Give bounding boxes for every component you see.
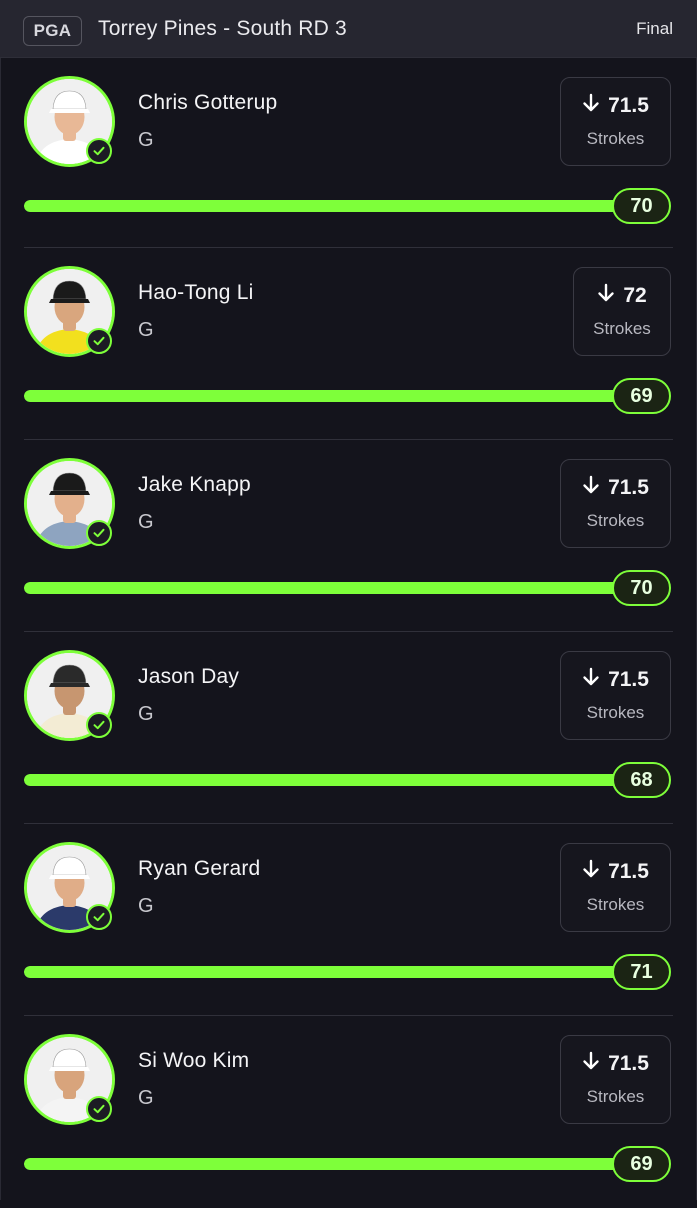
check-icon — [86, 904, 112, 930]
progress-fill — [24, 1158, 624, 1170]
progress-bar — [24, 390, 624, 402]
player-row[interactable]: Chris Gotterup G 71.5 Strokes 70 — [0, 58, 697, 248]
score-pill: 70 — [612, 570, 671, 606]
line-label: Strokes — [586, 703, 645, 722]
league-badge[interactable]: PGA — [23, 16, 82, 46]
player-row[interactable]: Si Woo Kim G 71.5 Strokes 69 — [0, 1016, 697, 1208]
player-position: G — [138, 129, 154, 151]
progress-bar — [24, 200, 624, 212]
score-pill: 69 — [612, 1146, 671, 1182]
score-pill: 70 — [612, 188, 671, 224]
progress-fill — [24, 966, 624, 978]
player-name: Jake Knapp — [138, 473, 251, 496]
progress-fill — [24, 200, 624, 212]
line-value: 71.5 — [608, 860, 649, 883]
arrow-down-icon — [597, 283, 615, 309]
player-name: Si Woo Kim — [138, 1049, 250, 1072]
player-position: G — [138, 703, 154, 725]
player-list: Chris Gotterup G 71.5 Strokes 70 Hao-Ton… — [0, 58, 697, 1208]
line-box[interactable]: 71.5 Strokes — [560, 77, 671, 166]
player-name: Hao-Tong Li — [138, 281, 254, 304]
arrow-down-icon — [582, 667, 600, 693]
arrow-down-icon — [582, 93, 600, 119]
line-box[interactable]: 71.5 Strokes — [560, 651, 671, 740]
progress-bar — [24, 774, 624, 786]
line-value: 71.5 — [608, 94, 649, 117]
player-position: G — [138, 511, 154, 533]
player-name: Jason Day — [138, 665, 240, 688]
player-row[interactable]: Ryan Gerard G 71.5 Strokes 71 — [0, 824, 697, 1016]
player-name: Ryan Gerard — [138, 857, 261, 880]
line-label: Strokes — [586, 1087, 645, 1106]
score-pill: 71 — [612, 954, 671, 990]
event-title: Torrey Pines - South RD 3 — [98, 17, 347, 40]
line-label: Strokes — [593, 319, 651, 338]
check-icon — [86, 520, 112, 546]
check-icon — [86, 1096, 112, 1122]
line-box[interactable]: 71.5 Strokes — [560, 459, 671, 548]
progress-fill — [24, 774, 624, 786]
score-pill: 68 — [612, 762, 671, 798]
player-position: G — [138, 895, 154, 917]
progress-fill — [24, 390, 624, 402]
progress-bar — [24, 966, 624, 978]
player-position: G — [138, 1087, 154, 1109]
player-row[interactable]: Hao-Tong Li G 72 Strokes 69 — [0, 248, 697, 440]
line-label: Strokes — [586, 129, 645, 148]
line-label: Strokes — [586, 895, 645, 914]
header-bar: PGA Torrey Pines - South RD 3 Final — [0, 0, 697, 58]
line-value: 71.5 — [608, 476, 649, 499]
player-position: G — [138, 319, 154, 341]
progress-bar — [24, 1158, 624, 1170]
line-value: 71.5 — [608, 1052, 649, 1075]
check-icon — [86, 328, 112, 354]
line-value: 72 — [623, 284, 647, 307]
line-value: 71.5 — [608, 668, 649, 691]
status-text: Final — [636, 19, 673, 38]
check-icon — [86, 138, 112, 164]
arrow-down-icon — [582, 475, 600, 501]
progress-bar — [24, 582, 624, 594]
line-box[interactable]: 71.5 Strokes — [560, 843, 671, 932]
score-pill: 69 — [612, 378, 671, 414]
player-name: Chris Gotterup — [138, 91, 278, 114]
line-box[interactable]: 71.5 Strokes — [560, 1035, 671, 1124]
arrow-down-icon — [582, 1051, 600, 1077]
player-row[interactable]: Jason Day G 71.5 Strokes 68 — [0, 632, 697, 824]
line-box[interactable]: 72 Strokes — [573, 267, 671, 356]
line-label: Strokes — [586, 511, 645, 530]
progress-fill — [24, 582, 624, 594]
player-row[interactable]: Jake Knapp G 71.5 Strokes 70 — [0, 440, 697, 632]
arrow-down-icon — [582, 859, 600, 885]
check-icon — [86, 712, 112, 738]
